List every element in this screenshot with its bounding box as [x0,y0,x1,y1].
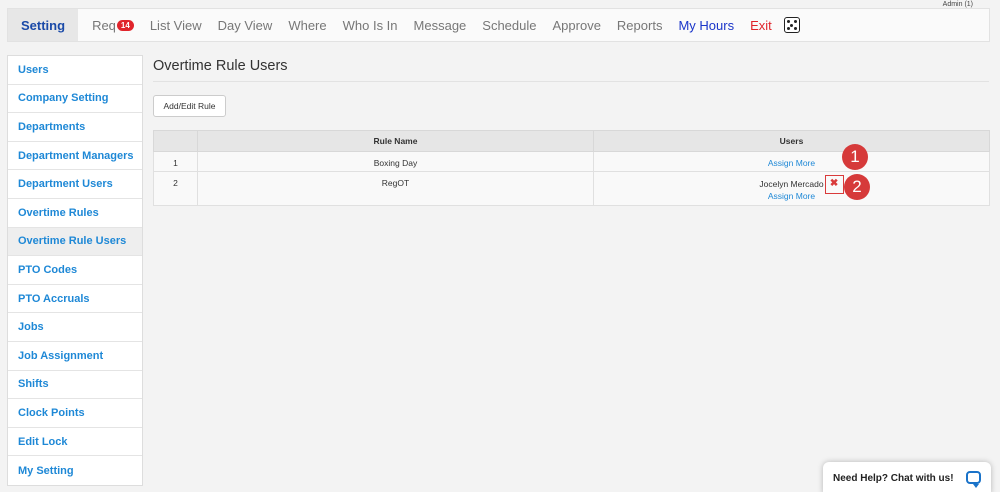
top-navigation: Setting Req 14 List View Day View Where … [7,8,990,42]
tab-who-is-in[interactable]: Who Is In [335,9,406,41]
sidebar-item-department-users[interactable]: Department Users [8,170,142,199]
sidebar-item-overtime-rules[interactable]: Overtime Rules [8,199,142,228]
sidebar-item-departments[interactable]: Departments [8,113,142,142]
admin-label[interactable]: Admin (1) [943,1,973,8]
header-number [153,130,198,152]
tab-day-view[interactable]: Day View [210,9,281,41]
chat-label: Need Help? Chat with us! [833,472,954,484]
remove-user-icon[interactable]: ✖ [824,175,844,194]
assign-more-link[interactable]: Assign More [594,191,989,201]
sidebar-item-shifts[interactable]: Shifts [8,371,142,400]
sidebar-item-department-managers[interactable]: Department Managers [8,142,142,171]
sidebar-item-my-setting[interactable]: My Setting [8,456,142,485]
page-title: Overtime Rule Users [153,58,288,74]
header-rule-name: Rule Name [197,130,594,152]
header-users: Users [593,130,990,152]
add-edit-rule-button[interactable]: Add/Edit Rule [153,95,226,117]
dice-icon[interactable] [783,17,800,33]
users-cell: Jocelyn Mercado ✖ Assign More [593,171,990,206]
sidebar-item-pto-codes[interactable]: PTO Codes [8,256,142,285]
users-cell: Assign More [593,151,990,172]
assign-more-link[interactable]: Assign More [594,158,989,168]
sidebar-item-pto-accruals[interactable]: PTO Accruals [8,285,142,314]
sidebar-item-users[interactable]: Users [8,56,142,85]
req-count-badge: 14 [116,19,134,31]
sidebar-item-edit-lock[interactable]: Edit Lock [8,428,142,457]
chat-bubble-icon [966,471,981,488]
user-name: Jocelyn Mercado [759,178,824,189]
settings-sidebar: Users Company Setting Departments Depart… [7,55,143,486]
tab-setting[interactable]: Setting [8,9,79,41]
sidebar-item-jobs[interactable]: Jobs [8,313,142,342]
tab-list-view[interactable]: List View [142,9,210,41]
sidebar-item-company-setting[interactable]: Company Setting [8,85,142,114]
tab-my-hours[interactable]: My Hours [670,9,742,41]
tab-reports[interactable]: Reports [609,9,671,41]
tab-where[interactable]: Where [280,9,334,41]
row-number: 1 [153,151,198,172]
title-divider [153,81,989,82]
sidebar-item-overtime-rule-users[interactable]: Overtime Rule Users [8,227,142,257]
tab-schedule[interactable]: Schedule [474,9,544,41]
callout-badge-1: 1 [842,144,868,170]
row-number: 2 [153,171,198,206]
tab-req-label: Req [92,17,116,33]
callout-badge-2: 2 [844,174,870,200]
tab-approve[interactable]: Approve [545,9,609,41]
sidebar-item-clock-points[interactable]: Clock Points [8,399,142,428]
tab-message[interactable]: Message [406,9,475,41]
chat-widget[interactable]: Need Help? Chat with us! [823,462,991,492]
tab-req[interactable]: Req 14 [84,9,142,41]
tab-exit[interactable]: Exit [742,9,780,41]
rule-name: RegOT [197,171,594,206]
rule-name: Boxing Day [197,151,594,172]
sidebar-item-job-assignment[interactable]: Job Assignment [8,342,142,371]
